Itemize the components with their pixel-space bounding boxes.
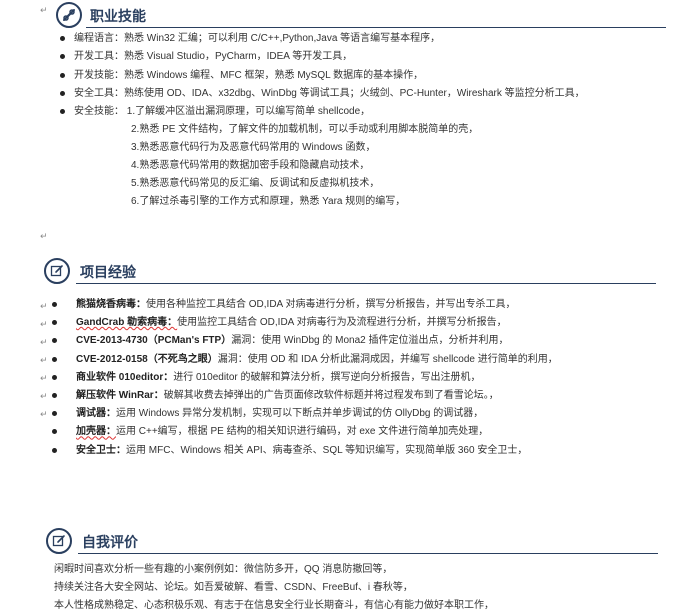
return-mark: ↵ — [40, 231, 48, 241]
list-item: 安全技能： 1.了解缓冲区溢出漏洞原理，可以编写简单 shellcode， — [60, 103, 585, 121]
bullet — [52, 392, 57, 398]
security-detail: 4.熟悉恶意代码常用的数据加密手段和隐藏启动技术， — [131, 160, 370, 171]
project-item: 熊猫烧香病毒：使用各种监控工具结合 OD,IDA 对病毒进行分析，撰写分析报告，… — [52, 296, 558, 314]
skill-text: 安全技能： 1.了解缓冲区溢出漏洞原理，可以编写简单 shellcode， — [74, 106, 371, 118]
skill-text: 编程语言：熟悉 Win32 汇编；可以利用 C/C++,Python,Java … — [74, 33, 441, 44]
project-name: 解压软件 WinRar： — [76, 389, 164, 401]
project-icon — [44, 258, 70, 284]
return-mark: ↵ — [40, 409, 48, 419]
project-item: CVE-2013-4730（PCMan's FTP）漏洞：使用 WinDbg 的… — [52, 332, 558, 350]
security-detail: 6.了解过杀毒引擎的工作方式和原理，熟悉 Yara 规则的编写， — [131, 196, 406, 207]
project-name: 加壳器： — [76, 426, 116, 438]
list-item: 安全工具：熟练使用 OD、IDA、x32dbg、WinDbg 等调试工具；火绒剑… — [60, 85, 585, 103]
project-name: GandCrab 勒索病毒： — [76, 317, 178, 329]
project-desc: 使用各种监控工具结合 OD,IDA 对病毒进行分析，撰写分析报告，并写出专杀工具… — [146, 299, 516, 310]
bullet — [52, 302, 57, 307]
bullet — [52, 338, 57, 344]
security-detail: 5.熟悉恶意代码常见的反汇编、反调试和反虚拟机技术， — [131, 178, 380, 189]
self-eval-line: 本人性格成熟稳定、心态积极乐观、有志于在信息安全行业长期奋斗，有信心有能力做好本… — [54, 600, 494, 611]
edit-icon — [52, 535, 65, 547]
project-desc: 漏洞：使用 OD 和 IDA 分析此漏洞成因，并编写 shellcode 进行简… — [217, 353, 558, 365]
self-eval-line: 持续关注各大安全网站、论坛。如吾爱破解、看雪、CSDN、FreeBuf、i 春秋… — [54, 582, 413, 593]
self-eval-line: 闲暇时间喜欢分析一些有趣的小案例例如：微信防多开，QQ 消息防撤回等， — [54, 564, 393, 575]
bullet — [52, 411, 57, 417]
section-divider — [86, 27, 666, 28]
bullet — [60, 54, 65, 60]
list-item: 开发技能：熟悉 Windows 编程、MFC 框架，熟悉 MySQL 数据库的基… — [60, 67, 585, 85]
project-desc: 运用 C++编写，根据 PE 结构的相关知识进行编码，对 exe 文件进行简单加… — [116, 426, 489, 438]
skill-text: 安全工具：熟练使用 OD、IDA、x32dbg、WinDbg 等调试工具；火绒剑… — [74, 87, 585, 99]
project-item: GandCrab 勒索病毒：使用监控工具结合 OD,IDA 对病毒行为及流程进行… — [52, 314, 558, 332]
project-name: CVE-2012-0158（不死鸟之眼） — [76, 353, 218, 365]
bullet — [52, 447, 57, 453]
return-mark: ↵ — [40, 373, 48, 383]
project-item: CVE-2012-0158（不死鸟之眼）漏洞：使用 OD 和 IDA 分析此漏洞… — [52, 351, 558, 369]
security-detail: 2.熟悉 PE 文件结构，了解文件的加载机制，可以手动或利用脚本脱简单的壳， — [131, 124, 479, 135]
project-name: 商业软件 010editor： — [76, 371, 174, 383]
section-title-skills: 职业技能 — [90, 8, 146, 24]
tools-icon — [56, 2, 82, 28]
self-eval-icon — [46, 528, 72, 554]
bullet — [60, 109, 65, 115]
return-mark: ↵ — [40, 319, 48, 329]
bullet — [52, 320, 57, 326]
bullet — [60, 90, 65, 96]
section-title-projects: 项目经验 — [80, 264, 136, 280]
bullet — [60, 72, 65, 78]
list-item: 编程语言：熟悉 Win32 汇编；可以利用 C/C++,Python,Java … — [60, 30, 585, 48]
project-item: 安全卫士：运用 MFC、Windows 相关 API、病毒查杀、SQL 等知识编… — [52, 442, 558, 460]
project-desc: 进行 010editor 的破解和算法分析，撰写逆向分析报告，写出注册机， — [173, 371, 481, 383]
project-item: 加壳器：运用 C++编写，根据 PE 结构的相关知识进行编码，对 exe 文件进… — [52, 423, 558, 441]
edit-icon — [50, 265, 63, 277]
project-item: 调试器：运用 Windows 异常分发机制，实现可以下断点并单步调试的仿 Oll… — [52, 405, 558, 423]
wrench-icon — [63, 9, 75, 21]
project-list: 熊猫烧香病毒：使用各种监控工具结合 OD,IDA 对病毒进行分析，撰写分析报告，… — [52, 296, 558, 460]
section-title-self-eval: 自我评价 — [82, 534, 138, 550]
project-name: 安全卫士： — [76, 444, 126, 456]
skill-text: 开发技能：熟悉 Windows 编程、MFC 框架，熟悉 MySQL 数据库的基… — [74, 69, 424, 81]
return-mark: ↵ — [40, 355, 48, 365]
project-desc: 运用 MFC、Windows 相关 API、病毒查杀、SQL 等知识编写，实现简… — [126, 444, 528, 456]
project-name: CVE-2013-4730（PCMan's FTP） — [76, 335, 232, 347]
project-item: 商业软件 010editor：进行 010editor 的破解和算法分析，撰写逆… — [52, 369, 558, 387]
skills-list: 编程语言：熟悉 Win32 汇编；可以利用 C/C++,Python,Java … — [60, 30, 585, 121]
project-item: 解压软件 WinRar：破解其收费去掉弹出的广告页面修改软件标题并将过程发布到了… — [52, 387, 558, 405]
project-desc: 运用 Windows 异常分发机制，实现可以下断点并单步调试的仿 OllyDbg… — [116, 408, 484, 420]
return-mark: ↵ — [40, 337, 48, 347]
section-divider — [76, 283, 656, 284]
section-divider — [78, 553, 658, 554]
project-name: 熊猫烧香病毒： — [76, 299, 146, 310]
return-mark: ↵ — [40, 391, 48, 401]
return-mark: ↵ — [40, 301, 48, 311]
return-mark: ↵ — [40, 5, 48, 15]
project-desc: 破解其收费去掉弹出的广告页面修改软件标题并将过程发布到了看雪论坛。， — [163, 389, 499, 401]
bullet — [52, 374, 57, 380]
bullet — [52, 356, 57, 362]
bullet — [60, 36, 65, 41]
list-item: 开发工具：熟悉 Visual Studio，PyCharm，IDEA 等开发工具… — [60, 48, 585, 66]
skill-text: 开发工具：熟悉 Visual Studio，PyCharm，IDEA 等开发工具… — [74, 51, 353, 63]
project-desc: 漏洞：使用 WinDbg 的 Mona2 插件定位溢出点，分析并利用， — [231, 335, 509, 347]
project-desc: 使用监控工具结合 OD,IDA 对病毒行为及流程进行分析，并撰写分析报告， — [177, 317, 507, 329]
security-detail: 3.熟悉恶意代码行为及恶意代码常用的 Windows 函数， — [131, 142, 376, 153]
bullet — [52, 429, 57, 435]
project-name: 调试器： — [76, 408, 116, 420]
